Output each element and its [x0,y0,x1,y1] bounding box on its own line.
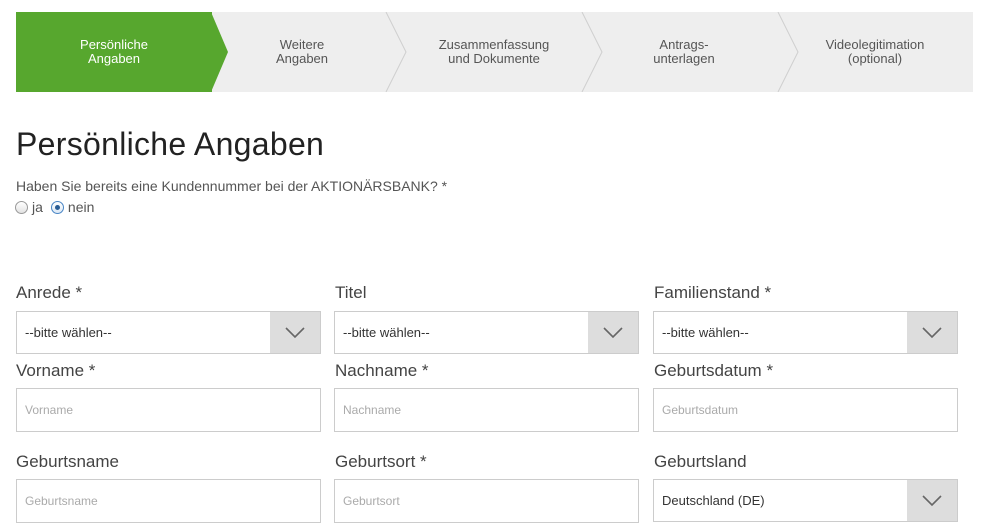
chevron-down-icon [285,326,305,338]
step-video-identification[interactable]: Videolegitimation (optional) [790,12,960,92]
titel-select[interactable]: --bitte wählen-- [334,311,639,354]
nachname-label: Nachname * [335,361,429,380]
page-title: Persönliche Angaben [16,126,325,162]
radio-no[interactable]: nein [50,199,95,215]
radio-button-checked[interactable] [50,200,64,214]
familienstand-label: Familienstand * [654,283,772,302]
titel-selected-value: --bitte wählen-- [343,325,430,340]
geburtsdatum-label: Geburtsdatum * [654,361,774,380]
familienstand-select[interactable]: --bitte wählen-- [653,311,958,354]
vorname-input[interactable] [16,388,321,432]
geburtsname-label: Geburtsname [16,452,119,471]
step-label: Weitere Angaben [275,37,329,66]
geburtsort-label: Geburtsort * [335,452,427,471]
geburtsdatum-input[interactable] [653,388,958,432]
step-further-data[interactable]: Weitere Angaben [212,12,392,92]
step-label: Videolegitimation (optional) [825,37,925,66]
radio-yes[interactable]: ja [15,199,43,215]
familienstand-selected-value: --bitte wählen-- [662,325,749,340]
radio-button-unchecked[interactable] [15,200,28,214]
chevron-down-icon [922,326,942,338]
geburtsort-input[interactable] [334,479,639,523]
vorname-label: Vorname * [16,361,96,380]
geburtsname-input[interactable] [16,479,321,523]
step-label: Persönliche Angaben [80,37,148,66]
chevron-down-icon [922,494,942,506]
radio-yes-label: ja [32,199,43,215]
chevron-down-icon [603,326,623,338]
radio-dot [54,204,60,210]
nachname-input[interactable] [334,388,639,432]
step-label: Zusammenfassung und Dokumente [438,37,550,66]
step-summary-documents[interactable]: Zusammenfassung und Dokumente [396,12,592,92]
progress-steps: Persönliche Angaben Weitere Angaben Zusa… [16,12,973,92]
geburtsland-select-button[interactable] [907,480,957,521]
anrede-select[interactable]: --bitte wählen-- [16,311,321,354]
anrede-selected-value: --bitte wählen-- [25,325,112,340]
anrede-select-button[interactable] [270,312,320,353]
titel-select-button[interactable] [588,312,638,353]
geburtsland-label: Geburtsland [654,452,747,471]
radio-no-label: nein [67,199,95,215]
titel-label: Titel [335,283,367,302]
customer-number-question: Haben Sie bereits eine Kundennummer bei … [16,178,448,194]
geburtsland-selected-value: Deutschland (DE) [662,493,765,508]
customer-number-radio-group: ja nein [15,199,102,215]
step-personal-data[interactable]: Persönliche Angaben [16,12,212,92]
step-label: Antrags- unterlagen [653,37,715,66]
step-application-documents[interactable]: Antrags- unterlagen [592,12,776,92]
geburtsland-select[interactable]: Deutschland (DE) [653,479,958,522]
familienstand-select-button[interactable] [907,312,957,353]
anrede-label: Anrede * [16,283,83,302]
